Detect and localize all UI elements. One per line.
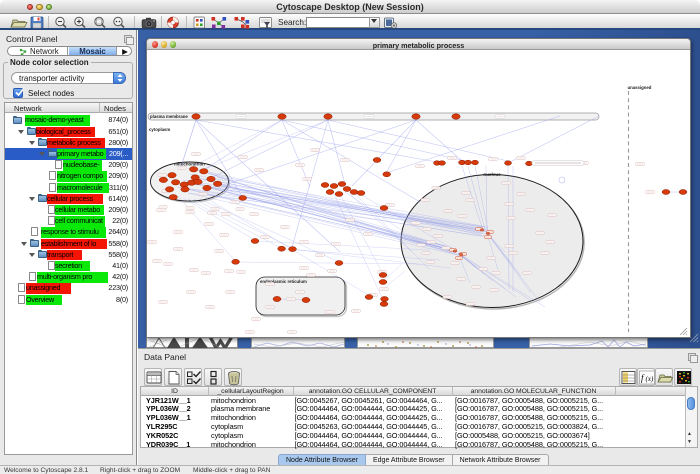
svg-text:(x): (x) bbox=[646, 375, 654, 383]
svg-text:plasma membrane: plasma membrane bbox=[150, 114, 188, 119]
svg-text:cytoplasm: cytoplasm bbox=[149, 127, 170, 132]
svg-text:unassigned: unassigned bbox=[628, 85, 652, 90]
